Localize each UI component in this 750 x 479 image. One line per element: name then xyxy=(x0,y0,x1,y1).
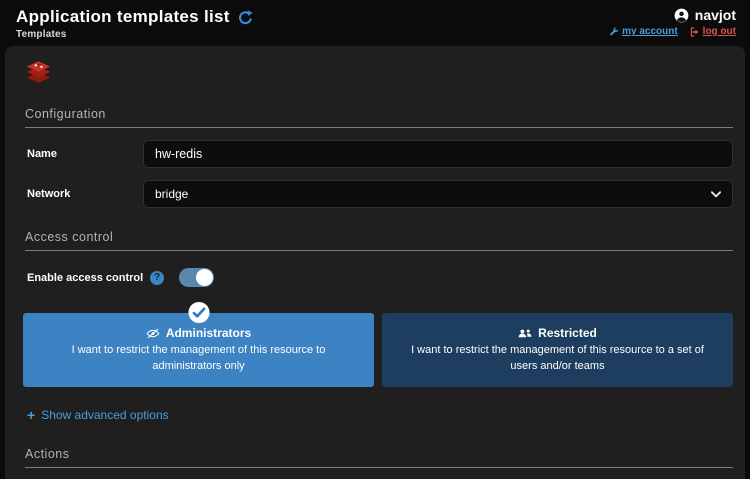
name-label: Name xyxy=(27,148,143,160)
ownership-option-description: I want to restrict the management of thi… xyxy=(402,343,713,375)
name-input[interactable] xyxy=(143,140,733,168)
ownership-option-title: Restricted xyxy=(538,326,597,340)
page-title: Application templates list xyxy=(16,7,230,27)
section-actions: Actions xyxy=(25,447,733,468)
template-deploy-panel: Configuration Name Network bridge Access… xyxy=(5,46,745,479)
sign-out-icon xyxy=(690,27,700,37)
ownership-option-title: Administrators xyxy=(166,326,251,340)
header-right: navjot my account log out xyxy=(609,7,736,46)
ownership-option-description: I want to restrict the management of thi… xyxy=(43,343,354,375)
page-header: Application templates list Templates nav… xyxy=(0,0,750,46)
network-selected-value: bridge xyxy=(155,187,188,201)
header-left: Application templates list Templates xyxy=(16,7,253,46)
user-menu: navjot xyxy=(609,7,736,23)
check-circle-icon xyxy=(187,301,210,324)
question-circle-icon[interactable]: ? xyxy=(150,271,164,285)
section-configuration: Configuration xyxy=(25,107,733,128)
sync-icon[interactable] xyxy=(238,10,253,25)
chevron-down-icon xyxy=(711,191,721,198)
section-access-control: Access control xyxy=(25,230,733,251)
user-circle-icon xyxy=(674,8,689,23)
ownership-option-restricted[interactable]: Restricted I want to restrict the manage… xyxy=(382,313,733,387)
redis-logo xyxy=(25,58,52,85)
name-field-row: Name xyxy=(27,140,733,168)
ownership-option-administrators[interactable]: Administrators I want to restrict the ma… xyxy=(23,313,374,387)
log-out-link[interactable]: log out xyxy=(690,26,736,37)
users-icon xyxy=(518,328,532,339)
wrench-icon xyxy=(609,27,619,37)
network-select[interactable]: bridge xyxy=(143,180,733,208)
network-field-row: Network bridge xyxy=(27,180,733,208)
network-label: Network xyxy=(27,188,143,200)
eye-slash-icon xyxy=(146,328,160,339)
show-advanced-options-link[interactable]: + Show advanced options xyxy=(27,408,169,422)
username: navjot xyxy=(695,7,736,23)
breadcrumb: Templates xyxy=(16,29,253,40)
access-control-toggle[interactable] xyxy=(179,268,214,287)
toggle-knob xyxy=(196,269,213,286)
plus-icon: + xyxy=(27,410,35,420)
ownership-options: Administrators I want to restrict the ma… xyxy=(23,313,733,387)
access-control-toggle-row: Enable access control ? xyxy=(27,268,733,287)
enable-access-control-label: Enable access control xyxy=(27,272,143,284)
my-account-link[interactable]: my account xyxy=(609,26,678,37)
